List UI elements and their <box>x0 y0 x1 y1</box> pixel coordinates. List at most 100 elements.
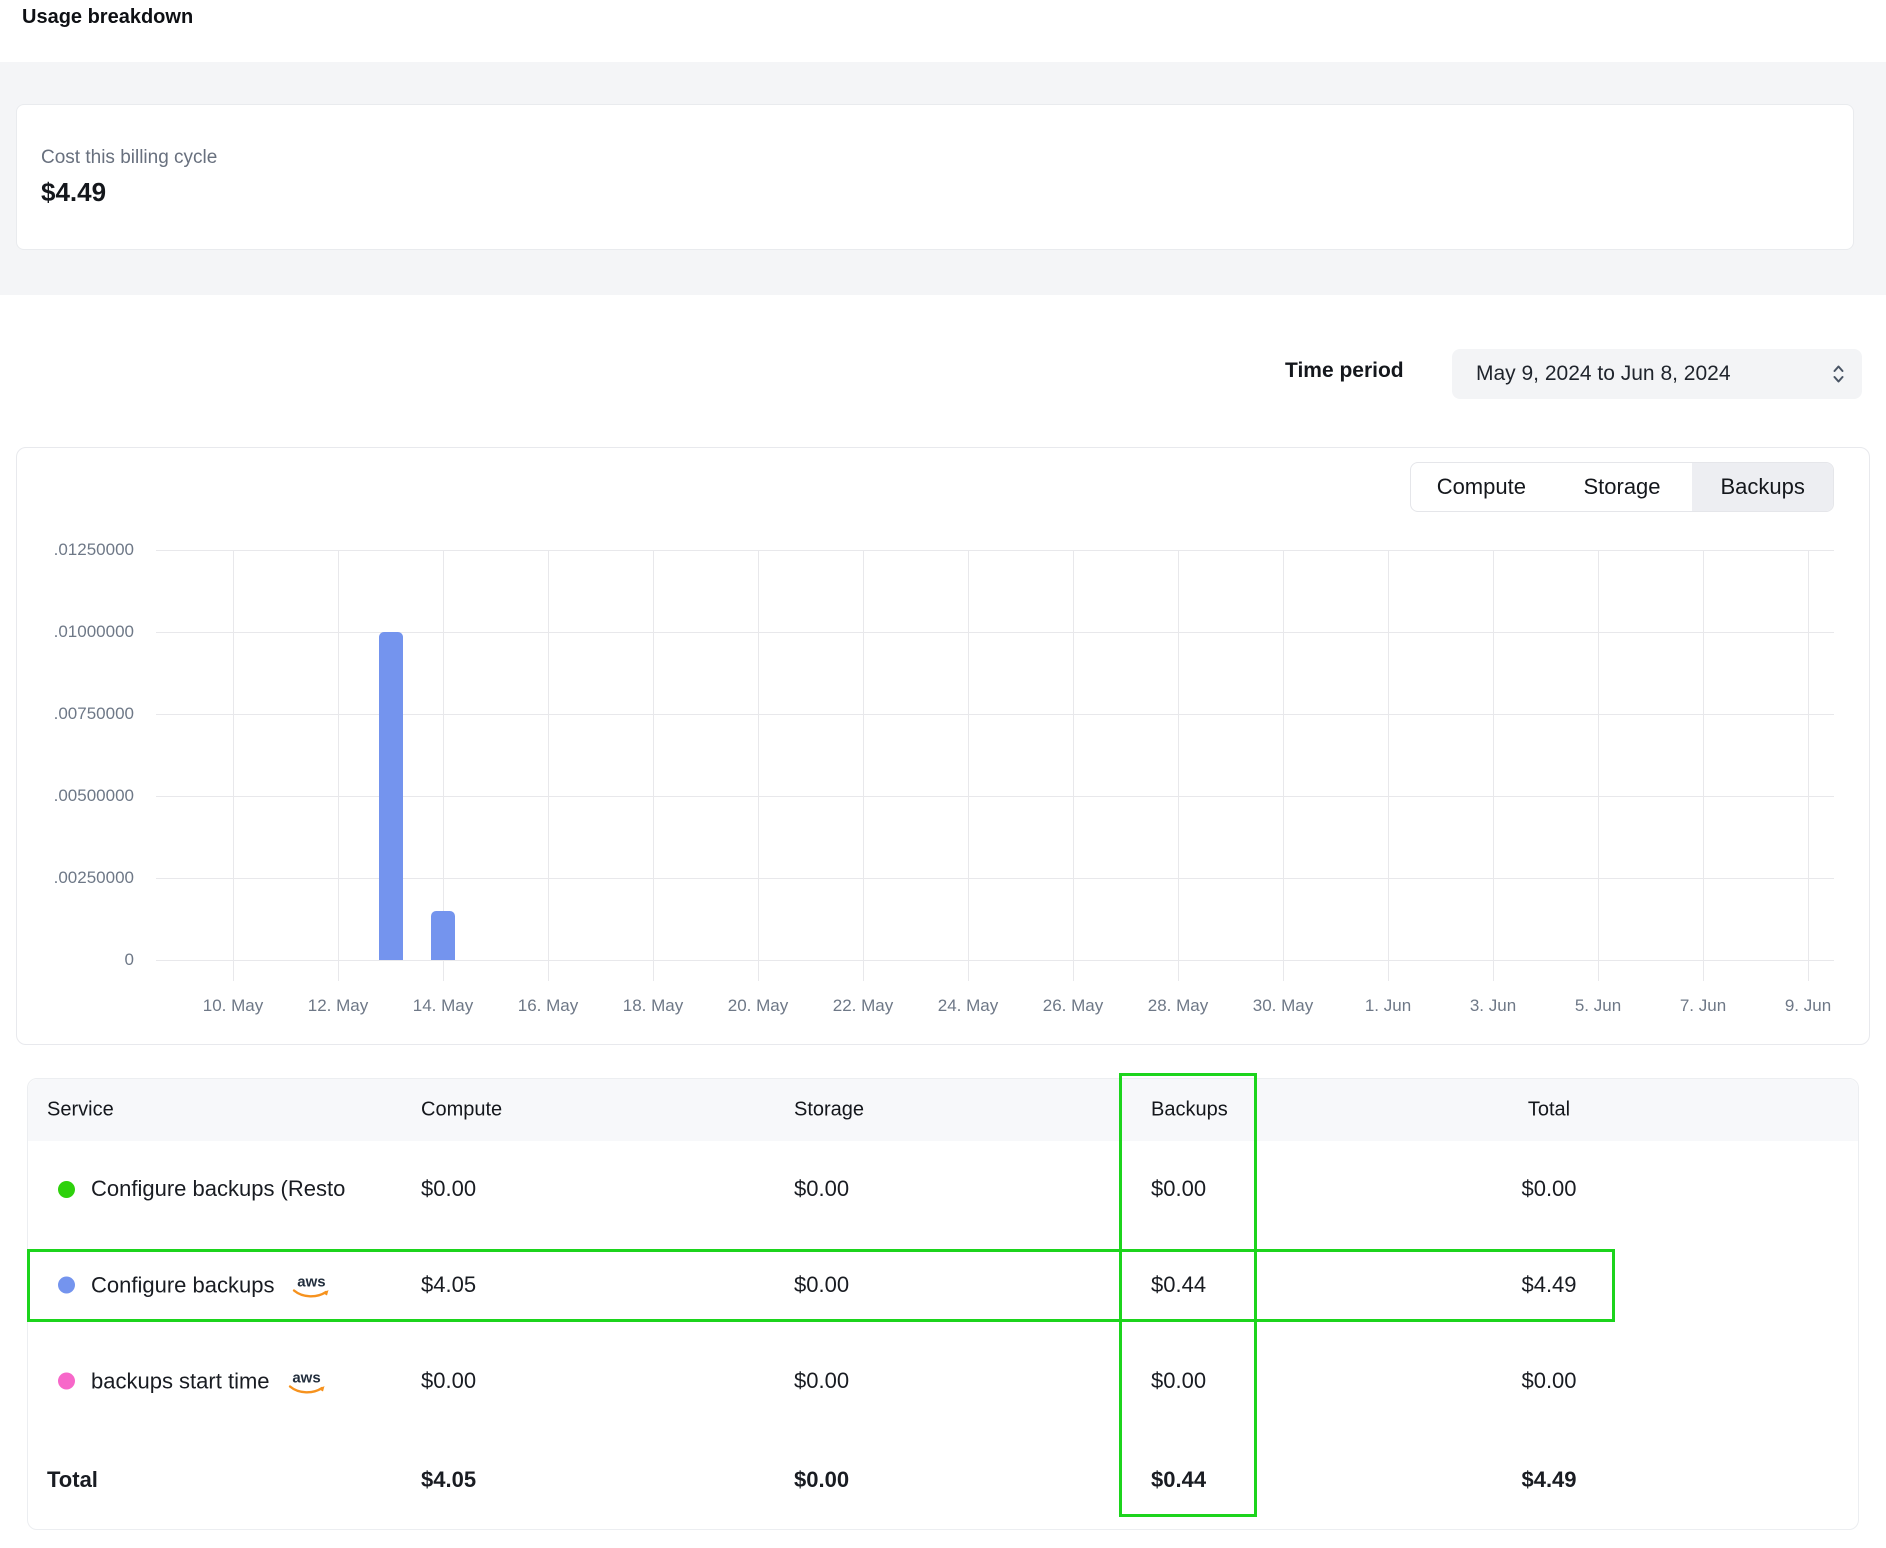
gridline-vertical <box>758 550 759 981</box>
gridline-horizontal <box>156 960 1834 961</box>
x-axis-tick-label: 7. Jun <box>1653 995 1753 1017</box>
series-dot <box>58 1181 75 1198</box>
gridline-vertical <box>1283 550 1284 981</box>
x-axis-tick-label: 24. May <box>918 995 1018 1017</box>
total-value: $0.00 <box>1409 1368 1689 1394</box>
gridline-vertical <box>233 550 234 981</box>
y-axis-tick-label: .00750000 <box>17 703 134 725</box>
total-value: $0.00 <box>1409 1176 1689 1202</box>
gridline-vertical <box>968 550 969 981</box>
gridline-horizontal <box>156 796 1834 797</box>
y-axis-tick-label: .01000000 <box>17 621 134 643</box>
total-backups: $0.44 <box>1151 1467 1206 1493</box>
bar-chart: 10. May12. May14. May16. May18. May20. M… <box>17 448 1869 1044</box>
total-total: $4.49 <box>1409 1467 1689 1493</box>
usage-breakdown-page: Usage breakdown Cost this billing cycle … <box>0 0 1886 1548</box>
series-dot <box>58 1373 75 1390</box>
column-header-compute: Compute <box>421 1099 502 1122</box>
backups-value: $0.00 <box>1151 1176 1206 1202</box>
x-axis-tick-label: 20. May <box>708 995 808 1017</box>
chart-bar[interactable] <box>379 632 403 960</box>
gridline-vertical <box>1493 550 1494 981</box>
backups-value: $0.44 <box>1151 1272 1206 1298</box>
x-axis-tick-label: 26. May <box>1023 995 1123 1017</box>
column-header-backups: Backups <box>1151 1099 1228 1122</box>
x-axis-tick-label: 10. May <box>183 995 283 1017</box>
aws-smile-icon <box>288 1385 326 1396</box>
total-row-label: Total <box>47 1467 98 1493</box>
column-header-total: Total <box>1409 1099 1689 1122</box>
service-name: backups start time <box>91 1368 270 1394</box>
y-axis-tick-label: .00500000 <box>17 785 134 807</box>
x-axis-tick-label: 1. Jun <box>1338 995 1438 1017</box>
x-axis-tick-label: 12. May <box>288 995 388 1017</box>
select-chevrons-icon <box>1831 362 1846 386</box>
gridline-vertical <box>548 550 549 981</box>
tab-storage[interactable]: Storage <box>1552 463 1693 511</box>
page-title: Usage breakdown <box>22 6 193 29</box>
total-compute: $4.05 <box>421 1467 476 1493</box>
compute-value: $4.05 <box>421 1272 476 1298</box>
time-period-value: May 9, 2024 to Jun 8, 2024 <box>1476 362 1731 386</box>
y-axis-tick-label: .01250000 <box>17 539 134 561</box>
backups-value: $0.00 <box>1151 1368 1206 1394</box>
column-header-service: Service <box>47 1099 114 1122</box>
cost-value: $4.49 <box>41 177 1853 208</box>
usage-table: Service Compute Storage Backups Total Co… <box>27 1078 1859 1530</box>
gridline-horizontal <box>156 632 1834 633</box>
aws-logo: aws <box>292 1277 330 1300</box>
service-cell: Configure backups (Resto <box>58 1176 345 1202</box>
compute-value: $0.00 <box>421 1176 476 1202</box>
x-axis-tick-label: 5. Jun <box>1548 995 1648 1017</box>
table-row: backups start time aws $0.00 $0.00 $0.00… <box>28 1333 1858 1429</box>
x-axis-tick-label: 14. May <box>393 995 493 1017</box>
table-header-row: Service Compute Storage Backups Total <box>28 1079 1858 1141</box>
storage-value: $0.00 <box>794 1176 849 1202</box>
table-row: Configure backups (Resto $0.00 $0.00 $0.… <box>28 1141 1858 1237</box>
chart-metric-tabs: Compute Storage Backups <box>1410 462 1834 512</box>
x-axis-tick-label: 18. May <box>603 995 703 1017</box>
time-period-label: Time period <box>1285 359 1404 383</box>
total-value: $4.49 <box>1409 1272 1689 1298</box>
x-axis-tick-label: 30. May <box>1233 995 1333 1017</box>
gridline-vertical <box>863 550 864 981</box>
x-axis-tick-label: 9. Jun <box>1758 995 1858 1017</box>
x-axis-tick-label: 28. May <box>1128 995 1228 1017</box>
gridline-horizontal <box>156 878 1834 879</box>
compute-value: $0.00 <box>421 1368 476 1394</box>
x-axis-tick-label: 3. Jun <box>1443 995 1543 1017</box>
gridline-vertical <box>653 550 654 981</box>
service-cell: backups start time aws <box>58 1367 326 1396</box>
column-header-storage: Storage <box>794 1099 864 1122</box>
service-cell: Configure backups aws <box>58 1271 330 1300</box>
gridline-vertical <box>1598 550 1599 981</box>
billing-summary-section: Cost this billing cycle $4.49 <box>0 62 1886 295</box>
y-axis-tick-label: 0 <box>17 949 134 971</box>
tab-compute[interactable]: Compute <box>1411 463 1552 511</box>
cost-card: Cost this billing cycle $4.49 <box>16 104 1854 250</box>
tab-backups[interactable]: Backups <box>1692 463 1833 511</box>
chart-bar[interactable] <box>431 911 455 960</box>
time-period-select[interactable]: May 9, 2024 to Jun 8, 2024 <box>1452 349 1862 399</box>
y-axis-tick-label: .00250000 <box>17 867 134 889</box>
gridline-vertical <box>1808 550 1809 981</box>
gridline-vertical <box>1178 550 1179 981</box>
gridline-horizontal <box>156 714 1834 715</box>
cost-label: Cost this billing cycle <box>41 147 1853 169</box>
storage-value: $0.00 <box>794 1368 849 1394</box>
table-row: Configure backups aws $4.05 $0.00 $0.44 … <box>28 1237 1858 1333</box>
gridline-vertical <box>338 550 339 981</box>
table-total-row: Total $4.05 $0.00 $0.44 $4.49 <box>28 1429 1858 1531</box>
x-axis-tick-label: 22. May <box>813 995 913 1017</box>
service-name: Configure backups <box>91 1272 274 1298</box>
gridline-vertical <box>1388 550 1389 981</box>
gridline-vertical <box>1073 550 1074 981</box>
series-dot <box>58 1277 75 1294</box>
aws-smile-icon <box>292 1289 330 1300</box>
gridline-vertical <box>1703 550 1704 981</box>
usage-chart-card: Compute Storage Backups 10. May12. May14… <box>16 447 1870 1045</box>
x-axis-tick-label: 16. May <box>498 995 598 1017</box>
storage-value: $0.00 <box>794 1272 849 1298</box>
total-storage: $0.00 <box>794 1467 849 1493</box>
gridline-horizontal <box>156 550 1834 551</box>
